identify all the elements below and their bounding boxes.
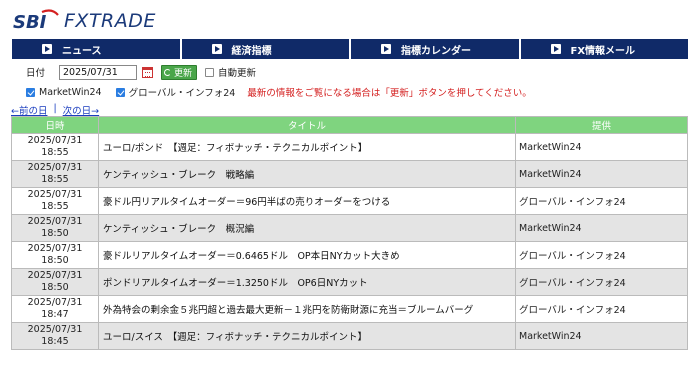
row-datetime: 2025/07/31 18:55 — [11, 187, 99, 215]
sbi-fxtrade-logo: SBI FXTRADE — [12, 9, 212, 33]
tab-label: 指標カレンダー — [401, 45, 471, 57]
table-row[interactable]: 2025/07/31 18:45 ユーロ/スイス 【週足：フィボナッチ・テクニカル… — [11, 322, 688, 350]
refresh-notice: 最新の情報をご覧になる場合は「更新」ボタンを押してください。 — [247, 88, 532, 99]
row-source: MarketWin24 — [515, 160, 688, 188]
row-datetime: 2025/07/31 18:55 — [11, 133, 99, 161]
row-source: グローバル・インフォ24 — [515, 295, 688, 323]
row-time: 18:45 — [41, 336, 69, 347]
tab-label: FX情報メール — [570, 45, 636, 57]
row-source: グローバル・インフォ24 — [515, 241, 688, 269]
svg-text:SBI: SBI — [13, 12, 47, 33]
row-date: 2025/07/31 — [27, 324, 83, 335]
table-row[interactable]: 2025/07/31 18:50 豪ドルリアルタイムオーダー＝0.6465ドル O… — [11, 241, 688, 269]
row-date: 2025/07/31 — [27, 189, 83, 200]
tab-fx-info-mail[interactable]: FX情報メール — [520, 39, 688, 59]
global-info24-checkbox[interactable] — [115, 87, 125, 97]
arrow-right-icon — [211, 44, 222, 54]
row-title-cell: ユーロ/スイス 【週足：フィボナッチ・テクニカルポイント】 — [98, 322, 516, 350]
table-row[interactable]: 2025/07/31 18:50 ケンティッシュ・ブレーク 概況編 MarketW… — [11, 214, 688, 242]
row-title-cell: 外為特会の剰余金５兆円超と過去最大更新－１兆円を防衛財源に充当＝ブルームバーグ — [98, 295, 516, 323]
row-date: 2025/07/31 — [27, 270, 83, 281]
tab-indicator-calendar[interactable]: 指標カレンダー — [351, 39, 521, 59]
row-time: 18:55 — [41, 147, 69, 158]
news-title-link[interactable]: ケンティッシュ・ブレーク 概況編 — [103, 224, 254, 235]
row-source: グローバル・インフォ24 — [515, 268, 688, 296]
news-title-link[interactable]: ユーロ/ポンド 【週足：フィボナッチ・テクニカルポイント】 — [103, 143, 367, 154]
arrow-right-icon — [42, 44, 52, 54]
sbi-logo-mark: SBI — [13, 9, 59, 33]
refresh-icon — [164, 68, 172, 76]
source-filter-row: MarketWin24 グローバル・インフォ24 最新の情報をご覧になる場合は「… — [26, 85, 532, 99]
row-source: MarketWin24 — [515, 214, 688, 242]
date-filter-row: 日付 更新 自動更新 — [26, 64, 256, 80]
row-datetime: 2025/07/31 18:50 — [11, 214, 99, 242]
news-title-link[interactable]: ポンドリアルタイムオーダー＝1.3250ドル OP6日NYカット — [103, 278, 368, 289]
arrow-right-icon — [550, 44, 561, 54]
update-button-label: 更新 — [174, 68, 193, 79]
row-title-cell: ユーロ/ポンド 【週足：フィボナッチ・テクニカルポイント】 — [98, 133, 516, 161]
row-time: 18:47 — [41, 309, 69, 320]
table-row[interactable]: 2025/07/31 18:47 外為特会の剰余金５兆円超と過去最大更新－１兆円を… — [11, 295, 688, 323]
row-time: 18:50 — [41, 228, 69, 239]
tab-label: 経済指標 — [231, 45, 272, 57]
row-title-cell: 豪ドルリアルタイムオーダー＝0.6465ドル OP本日NYカット大きめ — [98, 241, 516, 269]
date-label: 日付 — [26, 68, 46, 79]
tab-label: ニュース — [62, 45, 102, 57]
row-date: 2025/07/31 — [27, 297, 83, 308]
tab-economic-indicators[interactable]: 経済指標 — [181, 39, 351, 59]
table-row[interactable]: 2025/07/31 18:55 ユーロ/ポンド 【週足：フィボナッチ・テクニカル… — [11, 133, 688, 161]
date-input[interactable] — [59, 64, 138, 80]
row-datetime: 2025/07/31 18:47 — [11, 295, 99, 323]
row-date: 2025/07/31 — [27, 135, 83, 146]
table-row[interactable]: 2025/07/31 18:55 豪ドル円リアルタイムオーダー＝96円半ばの売りオ… — [11, 187, 688, 215]
news-title-link[interactable]: ケンティッシュ・ブレーク 戦略編 — [103, 170, 254, 181]
row-title-cell: ポンドリアルタイムオーダー＝1.3250ドル OP6日NYカット — [98, 268, 516, 296]
marketwin24-checkbox[interactable] — [26, 87, 35, 97]
pager-separator: | — [53, 103, 57, 114]
row-title-cell: ケンティッシュ・ブレーク 概況編 — [98, 214, 516, 242]
column-header-title: タイトル — [98, 116, 516, 134]
news-title-link[interactable]: ユーロ/スイス 【週足：フィボナッチ・テクニカルポイント】 — [103, 332, 367, 343]
news-title-link[interactable]: 外為特会の剰余金５兆円超と過去最大更新－１兆円を防衛財源に充当＝ブルームバーグ — [103, 305, 473, 316]
logo-text: FXTRADE — [64, 10, 156, 32]
news-table: 日時 タイトル 提供 2025/07/31 18:55 ユーロ/ポンド 【週足：フ… — [11, 116, 688, 350]
day-pager: ←前の日 | 次の日→ — [11, 103, 99, 117]
row-time: 18:55 — [41, 174, 69, 185]
table-row[interactable]: 2025/07/31 18:50 ポンドリアルタイムオーダー＝1.3250ドル O… — [11, 268, 688, 296]
row-time: 18:55 — [41, 201, 69, 212]
marketwin24-label: MarketWin24 — [39, 86, 102, 98]
row-source: MarketWin24 — [515, 322, 688, 350]
row-date: 2025/07/31 — [27, 162, 83, 173]
column-header-source: 提供 — [515, 116, 688, 134]
tab-news[interactable]: ニュース — [12, 39, 182, 59]
global-info24-label: グローバル・インフォ24 — [128, 88, 236, 99]
row-time: 18:50 — [41, 282, 69, 293]
auto-update-checkbox[interactable] — [205, 67, 215, 77]
update-button[interactable]: 更新 — [161, 64, 198, 80]
auto-update-label: 自動更新 — [218, 68, 257, 79]
calendar-icon[interactable] — [142, 66, 154, 78]
row-datetime: 2025/07/31 18:55 — [11, 160, 99, 188]
row-date: 2025/07/31 — [27, 216, 83, 227]
row-datetime: 2025/07/31 18:45 — [11, 322, 99, 350]
table-row[interactable]: 2025/07/31 18:55 ケンティッシュ・ブレーク 戦略編 MarketW… — [11, 160, 688, 188]
table-header-row: 日時 タイトル 提供 — [11, 116, 688, 134]
row-date: 2025/07/31 — [27, 243, 83, 254]
row-datetime: 2025/07/31 18:50 — [11, 268, 99, 296]
news-title-link[interactable]: 豪ドルリアルタイムオーダー＝0.6465ドル OP本日NYカット大きめ — [103, 251, 400, 262]
news-title-link[interactable]: 豪ドル円リアルタイムオーダー＝96円半ばの売りオーダーをつける — [103, 197, 390, 208]
arrow-right-icon — [381, 44, 391, 54]
row-title-cell: ケンティッシュ・ブレーク 戦略編 — [98, 160, 516, 188]
row-title-cell: 豪ドル円リアルタイムオーダー＝96円半ばの売りオーダーをつける — [98, 187, 516, 215]
next-day-link[interactable]: 次の日→ — [63, 103, 99, 117]
prev-day-link[interactable]: ←前の日 — [11, 103, 47, 117]
row-datetime: 2025/07/31 18:50 — [11, 241, 99, 269]
row-time: 18:50 — [41, 255, 69, 266]
column-header-datetime: 日時 — [11, 116, 99, 134]
row-source: グローバル・インフォ24 — [515, 187, 688, 215]
main-nav: ニュース 経済指標 指標カレンダー FX情報メール — [12, 39, 688, 59]
row-source: MarketWin24 — [515, 133, 688, 161]
